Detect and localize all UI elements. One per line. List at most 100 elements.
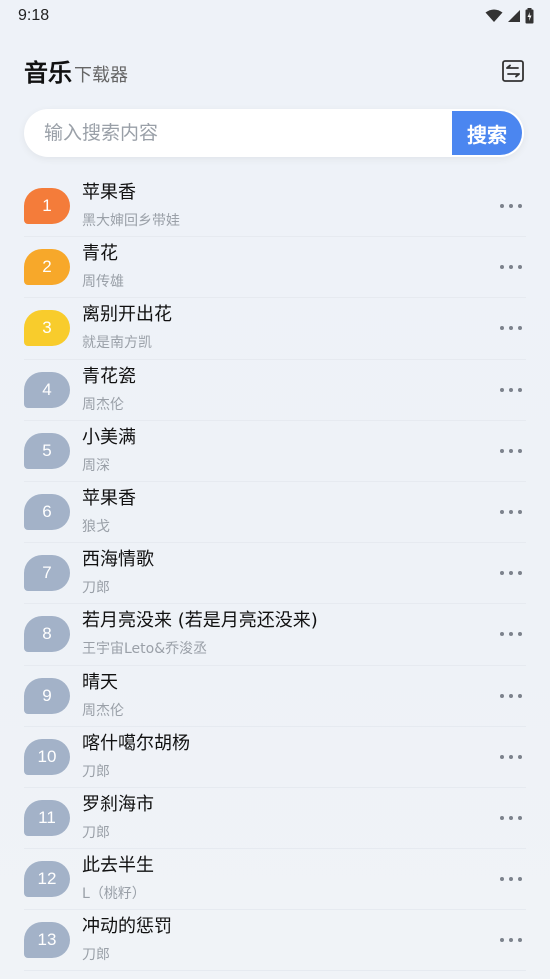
more-dot <box>518 754 522 759</box>
song-artist: 狼戈 <box>82 519 110 536</box>
song-info: 苹果香 黑大婶回乡带娃 <box>82 181 526 231</box>
song-info: 小美满 周深 <box>82 426 526 476</box>
song-artist: 周深 <box>82 457 110 474</box>
search-button[interactable]: 搜索 <box>452 111 522 155</box>
song-title: 苹果香 <box>82 488 136 510</box>
song-title: 青花瓷 <box>82 365 136 387</box>
song-artist: 刀郎 <box>82 824 110 841</box>
more-dot <box>500 571 504 576</box>
more-options-icon[interactable] <box>500 563 522 583</box>
more-dot <box>518 938 522 943</box>
more-dot <box>500 754 504 759</box>
more-options-icon[interactable] <box>500 196 522 216</box>
rank-badge: 11 <box>24 799 70 836</box>
more-options-icon[interactable] <box>500 624 522 644</box>
song-row[interactable]: 13 冲动的惩罚 刀郎 <box>24 910 526 972</box>
song-info: 若月亮没来 (若是月亮还没来) 王宇宙Leto&乔浚丞 <box>82 609 526 659</box>
more-options-icon[interactable] <box>500 257 522 277</box>
status-time: 9:18 <box>18 7 50 24</box>
app-title: 音乐 下载器 <box>24 53 128 88</box>
song-row[interactable]: 10 喀什噶尔胡杨刀郎 <box>24 727 526 788</box>
more-options-icon[interactable] <box>500 380 522 400</box>
more-options-icon[interactable] <box>500 808 522 828</box>
song-row[interactable]: 9 晴天 周杰伦 <box>24 666 526 727</box>
song-artist: 王宇宙Leto&乔浚丞 <box>82 641 208 658</box>
song-artist: 周杰伦 <box>82 396 124 413</box>
rank-badge: 12 <box>24 861 70 898</box>
more-dot <box>509 204 513 209</box>
more-options-icon[interactable] <box>500 747 522 767</box>
app-title-main: 音乐 <box>24 59 72 87</box>
rank-badge: 4 <box>24 371 70 408</box>
song-row[interactable]: 11 罗刹海市刀郎 <box>24 788 526 850</box>
song-row[interactable]: 2 青花 周传雄 <box>24 237 526 299</box>
song-row[interactable]: 8 若月亮没来 (若是月亮还没来) 王宇宙Leto&乔浚丞 <box>24 604 526 666</box>
song-title: 冲动的惩罚 <box>82 916 172 938</box>
more-dot <box>500 387 504 392</box>
song-info: 罗刹海市 刀郎 <box>82 793 526 843</box>
rank-badge: 1 <box>24 188 70 225</box>
song-title: 西海情歌 <box>82 549 154 571</box>
song-artist: 周传雄 <box>82 274 124 291</box>
song-list: 1 苹果香 黑大婶回乡带娃 2 青花 周传雄 3 离别开出花 就是南方凯 4 青花瓷 周杰伦 5 小美满周… <box>24 176 526 972</box>
song-artist: 刀郎 <box>82 580 110 597</box>
search-bar: 搜索 <box>24 109 524 157</box>
rank-badge: 10 <box>24 738 70 775</box>
song-artist: 黑大婶回乡带娃 <box>82 213 180 230</box>
more-dot <box>518 693 522 698</box>
song-title: 青花 <box>82 243 118 265</box>
song-row[interactable]: 12 此去半生 L（桃籽） <box>24 849 526 911</box>
more-dot <box>500 815 504 820</box>
more-dot <box>518 815 522 820</box>
rank-badge: 7 <box>24 555 70 592</box>
song-title: 罗刹海市 <box>82 793 154 815</box>
more-dot <box>500 204 504 209</box>
more-dot <box>518 448 522 453</box>
more-dot <box>518 632 522 637</box>
song-info: 苹果香 狼戈 <box>82 487 526 537</box>
more-options-icon[interactable] <box>500 441 522 461</box>
song-info: 喀什噶尔胡杨 刀郎 <box>82 732 526 782</box>
song-artist: 周杰伦 <box>82 702 124 719</box>
more-options-icon[interactable] <box>500 930 522 950</box>
more-dot <box>509 693 513 698</box>
more-dot <box>509 265 513 270</box>
more-options-icon[interactable] <box>500 869 522 889</box>
song-row[interactable]: 4 青花瓷周杰伦 <box>24 360 526 421</box>
rank-badge: 6 <box>24 494 70 531</box>
swap-list-icon[interactable] <box>500 58 526 84</box>
more-dot <box>509 448 513 453</box>
song-row[interactable]: 1 苹果香 黑大婶回乡带娃 <box>24 176 526 238</box>
song-artist: 就是南方凯 <box>82 335 152 352</box>
more-dot <box>518 571 522 576</box>
song-artist: 刀郎 <box>82 763 110 780</box>
more-options-icon[interactable] <box>500 686 522 706</box>
status-icons <box>485 8 534 24</box>
more-dot <box>500 938 504 943</box>
song-title: 若月亮没来 (若是月亮还没来) <box>82 610 318 632</box>
more-dot <box>518 326 522 331</box>
rank-badge: 13 <box>24 922 70 959</box>
rank-badge: 3 <box>24 310 70 347</box>
more-dot <box>518 265 522 270</box>
song-title: 离别开出花 <box>82 304 172 326</box>
more-dot <box>509 938 513 943</box>
more-dot <box>509 632 513 637</box>
more-dot <box>500 693 504 698</box>
more-dot <box>500 265 504 270</box>
more-dot <box>509 754 513 759</box>
more-options-icon[interactable] <box>500 318 522 338</box>
song-row[interactable]: 3 离别开出花就是南方凯 <box>24 298 526 360</box>
search-input[interactable] <box>24 109 452 157</box>
song-row[interactable]: 7 西海情歌刀郎 <box>24 543 526 605</box>
song-title: 喀什噶尔胡杨 <box>82 732 190 754</box>
song-row[interactable]: 5 小美满 周深 <box>24 421 526 482</box>
app-title-sub: 下载器 <box>74 65 128 86</box>
song-info: 离别开出花就是南方凯 <box>82 303 526 353</box>
song-title: 此去半生 <box>82 855 154 877</box>
song-row[interactable]: 6 苹果香狼戈 <box>24 482 526 544</box>
more-options-icon[interactable] <box>500 502 522 522</box>
status-bar: 9:18 <box>0 0 550 32</box>
battery-charging-icon <box>525 8 534 24</box>
song-info: 此去半生 L（桃籽） <box>82 854 526 904</box>
